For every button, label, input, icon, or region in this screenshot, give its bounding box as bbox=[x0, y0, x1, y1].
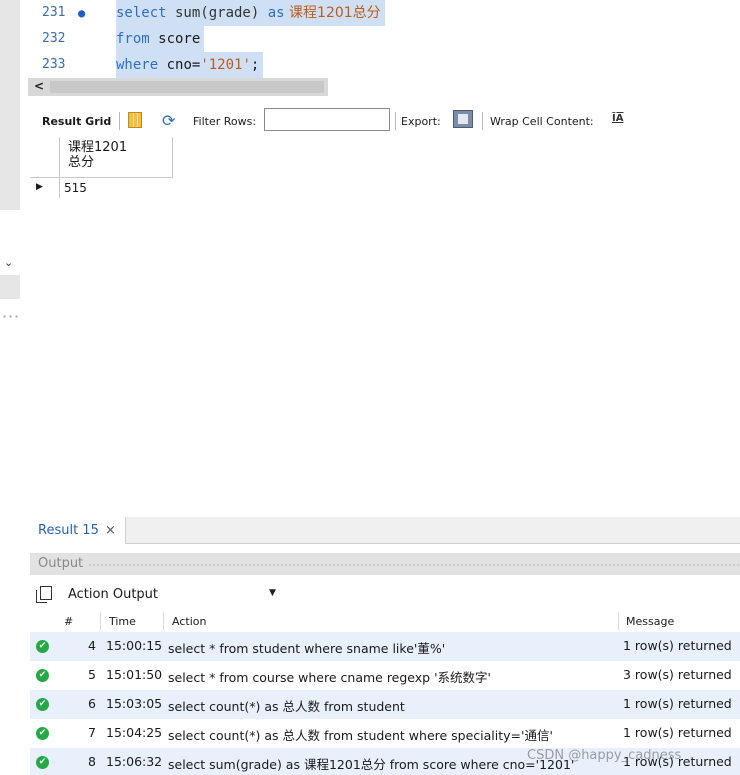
output-title: Output bbox=[38, 556, 84, 571]
copy-icon[interactable] bbox=[36, 586, 52, 603]
row-number: 7 bbox=[88, 725, 96, 740]
side-panel-strip bbox=[0, 0, 20, 210]
result-tab-label: Result 15 bbox=[38, 523, 99, 538]
refresh-icon[interactable]: ⟳ bbox=[162, 111, 175, 130]
table-row[interactable]: ✔ 4 15:00:15 select * from student where… bbox=[30, 632, 740, 661]
filter-rows-input[interactable] bbox=[264, 108, 390, 131]
code-alias: 课程1201总分 bbox=[284, 5, 381, 21]
code-text: select sum(grade) as 课程1201总分 bbox=[116, 0, 385, 26]
grid-view-icon[interactable] bbox=[128, 112, 142, 128]
column-header-message[interactable]: Message bbox=[626, 615, 674, 628]
table-row[interactable]: ✔ 5 15:01:50 select * from course where … bbox=[30, 661, 740, 690]
table-row[interactable]: ✔ 6 15:03:05 select count(*) as 总人数 from… bbox=[30, 690, 740, 719]
keyword: as bbox=[267, 5, 285, 21]
scrollbar-thumb[interactable] bbox=[50, 81, 324, 93]
result-toolbar: Result Grid ⟳ Filter Rows: Export: Wrap … bbox=[34, 107, 740, 135]
result-grid[interactable]: 课程1201 总分 ▶ 515 bbox=[30, 137, 173, 201]
column-separator bbox=[618, 612, 619, 630]
row-message: 1 row(s) returned bbox=[623, 638, 732, 653]
output-panel-header: Output bbox=[30, 553, 740, 575]
row-message: 1 row(s) returned bbox=[623, 696, 732, 711]
code-plain: cno= bbox=[158, 57, 201, 73]
workbench-window: ⌄ ∙∙∙ 231 ● select sum(grade) as 课程1201总… bbox=[0, 0, 740, 775]
keyword: select bbox=[116, 5, 167, 21]
row-number: 4 bbox=[88, 638, 96, 653]
scroll-left-icon[interactable]: < bbox=[34, 79, 44, 93]
row-action: select * from course where cname regexp … bbox=[168, 670, 491, 685]
table-header: # Time Action Message bbox=[30, 610, 740, 632]
code-string: '1201' bbox=[200, 57, 251, 73]
column-separator bbox=[100, 612, 101, 630]
code-text: from score bbox=[116, 26, 205, 52]
row-time: 15:03:05 bbox=[106, 696, 163, 711]
row-number: 8 bbox=[88, 754, 96, 769]
table-row[interactable]: ✔ 7 15:04:25 select count(*) as 总人数 from… bbox=[30, 719, 740, 748]
grid-corner bbox=[30, 137, 60, 178]
left-gutter: ⌄ ∙∙∙ bbox=[0, 0, 20, 775]
grid-cell[interactable]: 515 bbox=[60, 178, 173, 198]
keyword: where bbox=[116, 57, 159, 73]
success-check-icon: ✔ bbox=[36, 669, 49, 682]
line-number: 233 bbox=[42, 57, 66, 72]
row-action: select count(*) as 总人数 from student bbox=[168, 699, 405, 714]
code-text: where cno='1201'; bbox=[116, 52, 264, 78]
filter-rows-label: Filter Rows: bbox=[193, 115, 257, 128]
close-icon[interactable]: × bbox=[105, 523, 116, 538]
output-toolbar: Action Output ▼ bbox=[30, 580, 740, 608]
export-icon[interactable] bbox=[453, 110, 473, 128]
row-number: 5 bbox=[88, 667, 96, 682]
watermark: CSDN @happy_cadness bbox=[527, 748, 682, 763]
success-check-icon: ✔ bbox=[36, 640, 49, 653]
row-action: select * from student where sname like'董… bbox=[168, 641, 446, 656]
result-grid-tab[interactable]: Result Grid bbox=[42, 115, 111, 128]
line-number: 232 bbox=[42, 31, 66, 46]
toolbar-separator bbox=[119, 112, 120, 130]
toolbar-separator bbox=[395, 112, 396, 130]
row-message: 1 row(s) returned bbox=[623, 725, 732, 740]
side-panel-strip-lower bbox=[0, 275, 20, 299]
output-type-select[interactable]: Action Output ▼ bbox=[64, 583, 282, 606]
result-tab-strip: Result 15 × bbox=[30, 517, 740, 544]
column-separator bbox=[163, 612, 164, 630]
success-check-icon: ✔ bbox=[36, 756, 49, 769]
caret-down-icon: ▼ bbox=[269, 588, 276, 598]
code-line[interactable]: 232 from score bbox=[28, 26, 740, 52]
row-time: 15:01:50 bbox=[106, 667, 163, 682]
code-plain: ; bbox=[250, 57, 260, 73]
row-marker-icon: ▶ bbox=[30, 178, 60, 198]
row-time: 15:00:15 bbox=[106, 638, 163, 653]
wrap-cell-content-label: Wrap Cell Content: bbox=[490, 115, 594, 128]
row-time: 15:06:32 bbox=[106, 754, 163, 769]
chevron-down-icon[interactable]: ⌄ bbox=[4, 256, 13, 269]
horizontal-scrollbar[interactable]: < bbox=[28, 78, 328, 96]
success-check-icon: ✔ bbox=[36, 698, 49, 711]
code-line[interactable]: 231 ● select sum(grade) as 课程1201总分 bbox=[28, 0, 740, 26]
row-number: 6 bbox=[88, 696, 96, 711]
column-header-number[interactable]: # bbox=[64, 615, 73, 628]
resize-grip-icon[interactable]: ∙∙∙ bbox=[2, 312, 20, 321]
code-plain: score bbox=[149, 31, 201, 47]
keyword: from bbox=[116, 31, 150, 47]
sql-editor[interactable]: 231 ● select sum(grade) as 课程1201总分 232 … bbox=[28, 0, 740, 78]
line-number: 231 bbox=[42, 5, 66, 20]
wrap-cell-content-icon[interactable]: ĪA bbox=[612, 113, 623, 124]
output-type-value: Action Output bbox=[68, 587, 159, 602]
code-function: sum(grade) bbox=[166, 5, 268, 21]
success-check-icon: ✔ bbox=[36, 727, 49, 740]
drag-handle[interactable] bbox=[88, 563, 740, 567]
row-message: 3 row(s) returned bbox=[623, 667, 732, 682]
toolbar-separator bbox=[482, 112, 483, 130]
row-time: 15:04:25 bbox=[106, 725, 163, 740]
column-header[interactable]: 课程1201 总分 bbox=[60, 137, 173, 178]
column-header-action[interactable]: Action bbox=[172, 615, 206, 628]
result-tab[interactable]: Result 15 × bbox=[30, 517, 126, 544]
row-action: select count(*) as 总人数 from student wher… bbox=[168, 728, 553, 743]
code-line[interactable]: 233 where cno='1201'; bbox=[28, 52, 740, 78]
export-label: Export: bbox=[401, 115, 441, 128]
statement-marker-icon: ● bbox=[78, 6, 86, 20]
column-header-time[interactable]: Time bbox=[109, 615, 136, 628]
